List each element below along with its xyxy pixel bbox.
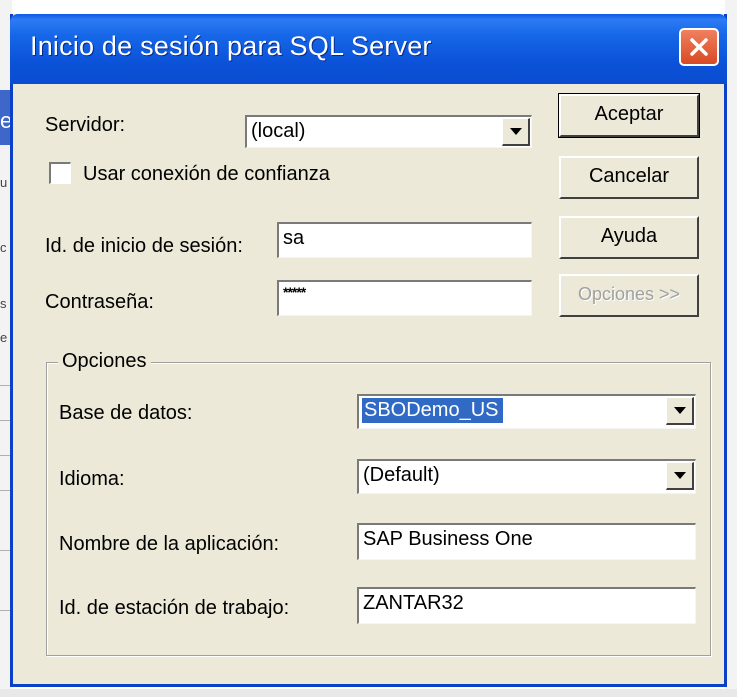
server-label: Servidor: <box>45 114 126 136</box>
close-icon <box>690 38 708 56</box>
dialog-titlebar[interactable]: Inicio de sesión para SQL Server <box>10 14 727 84</box>
database-combo[interactable]: SBODemo_US <box>357 394 696 429</box>
trusted-connection-label: Usar conexión de confianza <box>83 163 330 185</box>
options-group-title: Opciones <box>58 350 151 373</box>
background-glyph: c <box>0 240 7 255</box>
language-label: Idioma: <box>59 468 125 490</box>
trusted-connection-checkbox[interactable] <box>49 162 71 184</box>
login-id-label: Id. de inicio de sesión: <box>45 235 243 257</box>
server-combo[interactable]: (local) <box>245 115 532 148</box>
database-value: SBODemo_US <box>362 398 503 423</box>
login-id-input[interactable]: sa <box>277 222 532 258</box>
background-glyph: u <box>0 175 8 190</box>
password-label: Contraseña: <box>45 291 154 313</box>
server-value: (local) <box>251 120 306 142</box>
app-name-input[interactable]: SAP Business One <box>357 523 696 560</box>
database-label: Base de datos: <box>59 402 193 424</box>
password-input[interactable]: ***** <box>277 280 532 316</box>
background-window-edge <box>0 689 737 697</box>
background-glyph: s <box>0 296 7 311</box>
language-dropdown-button[interactable] <box>666 462 694 490</box>
language-value: (Default) <box>363 464 440 486</box>
sql-login-dialog: Inicio de sesión para SQL Server Servido… <box>10 14 727 687</box>
workstation-label: Id. de estación de trabajo: <box>59 597 290 619</box>
accept-button[interactable]: Aceptar <box>558 93 700 138</box>
dialog-title: Inicio de sesión para SQL Server <box>30 31 432 61</box>
language-combo[interactable]: (Default) <box>357 459 696 494</box>
workstation-input[interactable]: ZANTAR32 <box>357 587 696 624</box>
chevron-down-icon <box>673 472 686 479</box>
background-glyph: e <box>0 330 8 345</box>
chevron-down-icon <box>509 128 522 135</box>
database-dropdown-button[interactable] <box>666 397 694 425</box>
app-name-label: Nombre de la aplicación: <box>59 533 280 555</box>
options-button: Opciones >> <box>559 274 699 317</box>
server-dropdown-button[interactable] <box>502 118 530 146</box>
help-button[interactable]: Ayuda <box>559 216 699 259</box>
chevron-down-icon <box>673 407 686 414</box>
cancel-button[interactable]: Cancelar <box>559 156 699 199</box>
close-button[interactable] <box>679 28 719 66</box>
